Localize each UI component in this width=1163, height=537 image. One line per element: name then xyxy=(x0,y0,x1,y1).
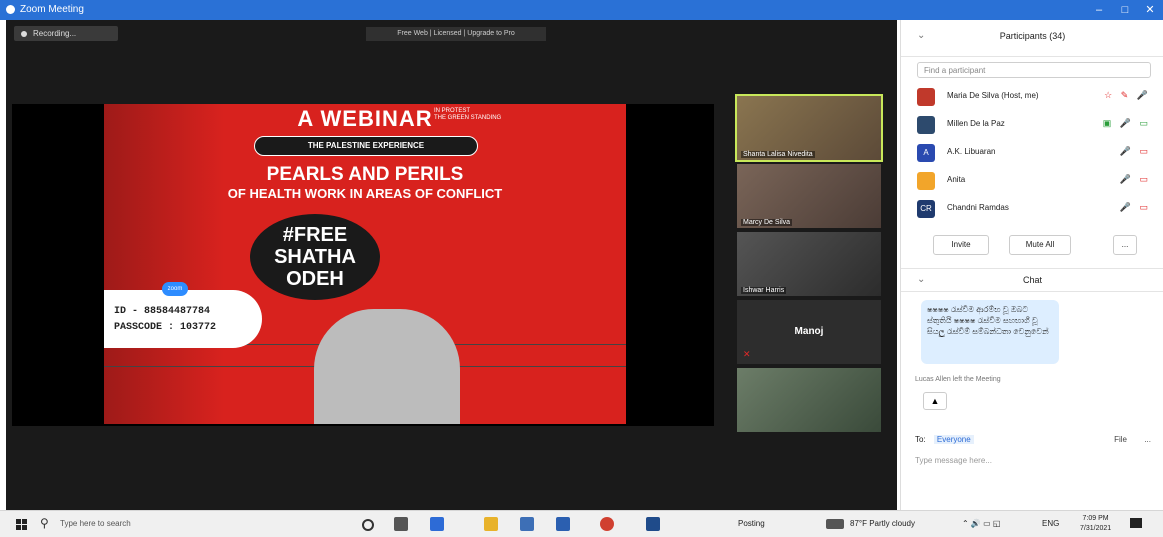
file-explorer-icon[interactable] xyxy=(484,517,498,531)
cortana-icon[interactable] xyxy=(362,519,374,531)
more-button[interactable]: ... xyxy=(1113,235,1137,255)
mute-all-button[interactable]: Mute All xyxy=(1009,235,1071,255)
hashtag-line-3: ODEH xyxy=(286,268,344,290)
avatar: CR xyxy=(917,200,935,218)
poster-subheadline: OF HEALTH WORK IN AREAS OF CONFLICT xyxy=(227,186,503,201)
hashtag-badge: #FREE SHATHA ODEH xyxy=(250,214,380,300)
video-tile[interactable]: Marcy De Silva xyxy=(737,164,881,228)
file-button[interactable]: File xyxy=(1114,435,1127,444)
participant-row[interactable]: CR Chandni Ramdas 🎤 ▭ xyxy=(917,198,1157,220)
chat-title: Chat xyxy=(1022,275,1042,285)
chat-more-button[interactable]: ... xyxy=(1144,435,1151,444)
maximize-button[interactable]: □ xyxy=(1112,2,1138,18)
word-icon[interactable] xyxy=(556,517,570,531)
tile-name: Marcy De Silva xyxy=(741,219,793,226)
chrome-icon[interactable] xyxy=(600,517,614,531)
participant-status-icons[interactable]: 🎤 ▭ xyxy=(1120,202,1151,213)
weather-icon[interactable] xyxy=(826,519,844,529)
title-bar: Zoom Meeting – □ ✕ xyxy=(0,0,1163,20)
notification-icon[interactable] xyxy=(1130,518,1142,528)
meeting-id: ID - 88584487784 xyxy=(114,306,211,317)
side-panel: ⌄ Participants (34) Find a participant M… xyxy=(900,20,1163,510)
video-feed xyxy=(737,368,881,432)
video-tile[interactable]: Manoj ✕ xyxy=(737,300,881,364)
search-icon[interactable]: ⚲ xyxy=(40,516,49,530)
webinar-poster: A WEBINAR IN PROTEST THE GREEN STANDING … xyxy=(104,104,626,424)
participants-title: Participants (34) xyxy=(999,31,1066,41)
meeting-area: Recording... Free Web | Licensed | Upgra… xyxy=(6,20,897,510)
avatar xyxy=(917,116,935,134)
recipient-select[interactable]: Everyone xyxy=(933,435,974,444)
minimize-button[interactable]: – xyxy=(1086,2,1112,18)
poster-title: A WEBINAR xyxy=(297,106,433,131)
weather-text[interactable]: 87°F Partly cloudy xyxy=(850,519,915,528)
recording-label: Recording... xyxy=(33,29,77,38)
chat-recipient-bar: To: Everyone File ... xyxy=(915,435,1155,444)
poster-headline: PEARLS AND PERILS xyxy=(266,164,464,185)
video-tile[interactable]: Shanta Lalisa Nivedita xyxy=(735,94,883,162)
participant-status-icons[interactable]: 🎤 ▭ xyxy=(1120,174,1151,185)
license-notice[interactable]: Free Web | Licensed | Upgrade to Pro xyxy=(366,27,546,41)
participant-name: A.K. Libuaran xyxy=(947,147,996,156)
video-tile[interactable]: Ishwar Harris xyxy=(737,232,881,296)
participant-row[interactable]: Anita 🎤 ▭ xyxy=(917,170,1157,192)
avatar: A xyxy=(917,144,935,162)
taskbar-search-input[interactable]: Type here to search xyxy=(60,519,131,528)
participant-search-input[interactable]: Find a participant xyxy=(917,62,1151,78)
chat-input[interactable]: Type message here... xyxy=(915,456,992,465)
windows-start-icon[interactable] xyxy=(16,519,27,530)
zoom-tag: zoom xyxy=(162,282,188,296)
chat-message: ෂෂෂෂ රැස්වීම ආරම්භ වූ ඔබට ස්තුතියි ෂෂෂෂ … xyxy=(921,300,1059,364)
poster-pill: THE PALESTINE EXPERIENCE xyxy=(254,136,478,156)
participant-row[interactable]: Maria De Silva (Host, me) ☆ ✎ 🎤 xyxy=(917,86,1157,108)
recording-indicator[interactable]: Recording... xyxy=(14,26,118,41)
close-button[interactable]: ✕ xyxy=(1137,2,1163,18)
record-icon xyxy=(21,30,27,37)
chat-header: ⌄ Chat xyxy=(901,268,1163,292)
participant-row[interactable]: A A.K. Libuaran 🎤 ▭ xyxy=(917,142,1157,164)
tray-icons[interactable]: ⌃ 🔊 ▭ ◱ xyxy=(962,519,1000,528)
status-text: Posting xyxy=(738,519,765,528)
store-icon[interactable] xyxy=(520,517,534,531)
shared-screen: A WEBINAR IN PROTEST THE GREEN STANDING … xyxy=(12,104,714,426)
to-label: To: xyxy=(915,435,926,444)
zoom-logo-icon xyxy=(6,5,15,14)
participant-name: Anita xyxy=(947,175,966,184)
clock-time: 7:09 PM xyxy=(1082,515,1109,522)
participant-row[interactable]: Millen De la Paz ▣ 🎤 ▭ xyxy=(917,114,1157,136)
tile-name: Shanta Lalisa Nivedita xyxy=(741,151,815,158)
clock-date: 7/31/2021 xyxy=(1080,525,1112,532)
poster-shade xyxy=(104,104,224,424)
language-indicator[interactable]: ENG xyxy=(1042,519,1059,528)
tile-name: Ishwar Harris xyxy=(741,287,787,294)
portrait-image xyxy=(314,309,460,424)
participant-status-icons[interactable]: ☆ ✎ 🎤 xyxy=(1104,90,1151,101)
file-attachment-icon[interactable]: ▲ xyxy=(923,392,947,410)
hashtag-line-2: SHATHA xyxy=(274,246,356,268)
meeting-passcode: PASSCODE : 103772 xyxy=(114,322,217,333)
participant-status-icons[interactable]: 🎤 ▭ xyxy=(1120,146,1151,157)
poster-title-note: IN PROTEST THE GREEN STANDING xyxy=(434,108,502,121)
taskbar: ⚲ Type here to search Posting 87°F Partl… xyxy=(0,510,1163,537)
hashtag-line-1: #FREE xyxy=(282,224,348,246)
participant-name: Maria De Silva (Host, me) xyxy=(947,91,1039,100)
meeting-info-bubble: zoom ID - 88584487784 PASSCODE : 103772 xyxy=(104,282,262,348)
avatar xyxy=(917,88,935,106)
participant-status-icons[interactable]: ▣ 🎤 ▭ xyxy=(1103,118,1151,129)
participants-header: ⌄ Participants (34) xyxy=(901,20,1163,57)
zoom-app-icon[interactable] xyxy=(430,517,444,531)
task-view-icon[interactable] xyxy=(394,517,408,531)
avatar xyxy=(917,172,935,190)
video-tile[interactable] xyxy=(737,368,881,432)
app-icon[interactable] xyxy=(646,517,660,531)
tile-name: Manoj xyxy=(794,326,824,337)
participant-name: Chandni Ramdas xyxy=(947,203,1009,212)
clock[interactable]: 7:09 PM 7/31/2021 xyxy=(1080,514,1111,534)
participant-name: Millen De la Paz xyxy=(947,119,1005,128)
chat-system-message: Lucas Allen left the Meeting xyxy=(915,376,1001,383)
invite-button[interactable]: Invite xyxy=(933,235,989,255)
muted-mic-icon: ✕ xyxy=(743,349,751,359)
window-title: Zoom Meeting xyxy=(20,4,84,15)
